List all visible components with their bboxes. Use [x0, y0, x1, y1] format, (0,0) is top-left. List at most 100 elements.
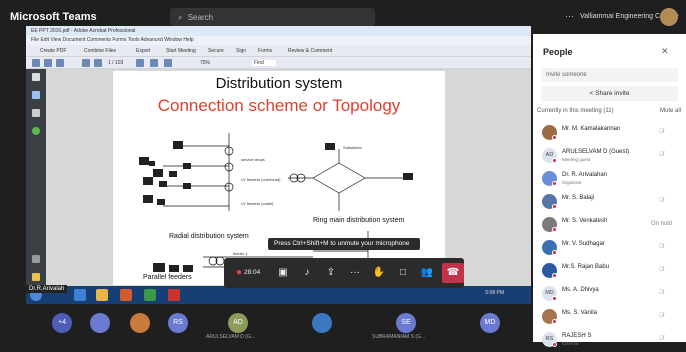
open-icon	[32, 59, 40, 67]
camera-off-icon[interactable]: ▣	[276, 266, 290, 280]
participant-row[interactable]: Mr.S. Rajan Babu 🎙̸	[533, 260, 686, 283]
search-icon: ⌕	[178, 13, 183, 22]
mic-muted-icon: 🎙̸	[659, 198, 664, 204]
current-section-header[interactable]: Currently in this meeting (11)	[537, 108, 614, 114]
acrobat-title: EE PPT 2016.pdf - Adobe Acrobat Professi…	[26, 26, 531, 36]
ie-icon[interactable]	[74, 289, 86, 301]
meeting-timer: 28:04	[244, 269, 261, 276]
share-invite-label: Share invite	[595, 90, 630, 97]
prev-page-icon	[82, 59, 90, 67]
raise-hand-icon[interactable]: ✋	[372, 266, 386, 280]
participant-tile-avatar[interactable]	[90, 313, 110, 333]
more-participants-badge[interactable]: +4	[52, 313, 72, 333]
feeder1-label: feeder 1	[233, 251, 248, 256]
people-title: People	[543, 47, 573, 57]
participant-strip: +4 RS AD SE MD	[0, 304, 530, 342]
service-drops-label: service drops	[241, 157, 265, 162]
participant-name: Ms. A. Dhivya	[562, 287, 599, 293]
chat-icon[interactable]: □	[396, 266, 410, 280]
search-box[interactable]: ⌕ Search	[170, 8, 375, 26]
participant-name: Mr. V. Sudhagar	[562, 241, 605, 247]
close-icon[interactable]: ✕	[661, 46, 669, 57]
meeting-controls: ● 28:04 ▣ ♪ ⇪ ··· ✋ □ 👥 ☎	[224, 258, 464, 288]
people-panel: People ✕ Invite someone < Share invite C…	[533, 34, 686, 347]
select-icon	[136, 59, 144, 67]
lv-overhead-label: LV feeders (overhead)	[241, 177, 281, 182]
participant-row[interactable]: Mr. V. Sudhagar 🎙̸	[533, 237, 686, 260]
participant-name: Dr. R. Arivalahan	[562, 172, 608, 178]
participant-row[interactable]: Mr. S. Venkatesh On hold	[533, 214, 686, 237]
tb-create-pdf: Create PDF	[40, 48, 67, 54]
participant-row[interactable]: Ms. S. Vanila 🎙̸	[533, 306, 686, 329]
participant-tile-avatar[interactable]	[130, 313, 150, 333]
presence-status-icon	[552, 273, 557, 278]
participant-row[interactable]: Mr. S. Balaji 🎙̸	[533, 191, 686, 214]
email-icon	[56, 59, 64, 67]
layers-icon	[32, 127, 40, 135]
tb-start-meeting: Start Meeting	[166, 48, 196, 54]
invite-input[interactable]: Invite someone	[541, 68, 678, 82]
participant-name: Ms. S. Vanila	[562, 310, 597, 316]
participant-row[interactable]: Mr. M. Kamalakannan 🎙̸	[533, 122, 686, 145]
hang-up-button[interactable]: ☎	[442, 263, 464, 283]
mic-muted-icon: 🎙̸	[659, 152, 664, 158]
mic-muted-icon: 🎙̸	[659, 313, 664, 319]
bookmarks-icon	[32, 91, 40, 99]
presence-status-icon	[552, 158, 557, 163]
next-page-icon	[94, 59, 102, 67]
zoom-level: 75%	[200, 60, 211, 66]
mic-muted-icon: 🎙̸	[659, 290, 664, 296]
tb-export: Export	[136, 48, 151, 54]
explorer-icon[interactable]	[96, 289, 108, 301]
tb-combine-files: Combine Files	[84, 48, 116, 54]
presence-status-icon	[552, 204, 557, 209]
participant-name: ARULSELVAM D (Guest)	[562, 149, 630, 155]
media-icon[interactable]	[120, 289, 132, 301]
participants-icon[interactable]: 👥	[420, 266, 434, 280]
mic-muted-icon: 🎙̸	[659, 267, 664, 273]
user-avatar[interactable]	[660, 8, 678, 26]
more-options-icon[interactable]: ···	[565, 11, 574, 21]
mic-muted-icon: 🎙̸	[659, 336, 664, 342]
participant-name: Mr. S. Balaji	[562, 195, 595, 201]
share-invite-button[interactable]: < Share invite	[541, 86, 678, 101]
participant-tile-avatar[interactable]: MD	[480, 313, 500, 333]
lv-cable-label: LV feeders (cable)	[241, 201, 274, 206]
print-icon	[44, 59, 52, 67]
share-screen-icon[interactable]: ⇪	[324, 266, 338, 280]
more-actions-icon[interactable]: ···	[348, 266, 362, 280]
presenter-name: Dr.R.Arivalah	[26, 285, 68, 293]
excel-icon[interactable]	[144, 289, 156, 301]
find-field: Find	[252, 60, 276, 66]
participant-tile-avatar[interactable]: RS	[168, 313, 188, 333]
parallel-label: Parallel feeders	[143, 274, 192, 281]
participant-row[interactable]: RS RAJESH S External 🎙̸	[533, 329, 686, 352]
participant-role: Organizer	[562, 180, 582, 185]
participant-row[interactable]: Dr. R. Arivalahan Organizer	[533, 168, 686, 191]
pages-icon	[32, 73, 40, 81]
acrobat-icon[interactable]	[168, 289, 180, 301]
presence-status-icon	[552, 342, 557, 347]
app-title: Microsoft Teams	[10, 11, 97, 23]
comments-icon	[32, 273, 40, 281]
acrobat-menu: File Edit View Document Comments Forms T…	[26, 36, 531, 45]
participant-row[interactable]: AD ARULSELVAM D (Guest) Meeting guest 🎙̸	[533, 145, 686, 168]
on-hold-label: On hold	[651, 221, 673, 227]
participant-name: Mr.S. Rajan Babu	[562, 264, 610, 270]
participant-name: Mr. M. Kamalakannan	[562, 126, 621, 132]
mute-all-button[interactable]: Mute all	[660, 108, 681, 114]
participant-tile-avatar[interactable]: AD	[228, 313, 248, 333]
unmute-hint: Press Ctrl+Shift+M to unmute your microp…	[268, 238, 420, 250]
presence-status-icon	[552, 250, 557, 255]
presence-status-icon	[552, 227, 557, 232]
participant-tile-avatar[interactable]: SE	[396, 313, 416, 333]
acrobat-nav-toolbar: 1 / 103 75% Find	[26, 57, 531, 69]
presence-status-icon	[552, 135, 557, 140]
participant-tile-avatar[interactable]	[312, 313, 332, 333]
mic-off-icon[interactable]: ♪	[300, 266, 314, 280]
participant-list: Mr. M. Kamalakannan 🎙̸ AD ARULSELVAM D (Gue…	[533, 122, 686, 352]
windows-taskbar: 5:08 PM	[26, 286, 531, 304]
participant-row[interactable]: MD Ms. A. Dhivya 🎙̸	[533, 283, 686, 306]
acrobat-nav-panel	[26, 69, 46, 286]
pdf-page: Distribution system Connection scheme or…	[113, 71, 445, 285]
